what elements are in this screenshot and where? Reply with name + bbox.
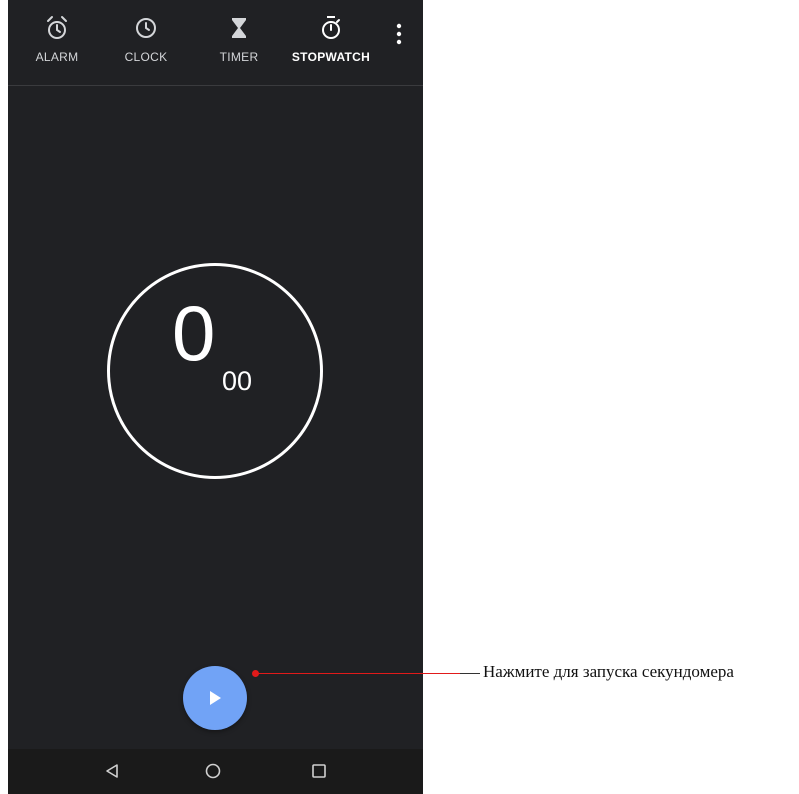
callout-line-end — [460, 673, 480, 674]
tab-stopwatch[interactable]: STOPWATCH — [276, 14, 386, 64]
elapsed-seconds: 0 — [172, 289, 216, 377]
tab-alarm-label: ALARM — [35, 50, 79, 64]
clock-icon — [136, 18, 156, 38]
home-circle-icon — [205, 763, 221, 779]
tab-timer-label: TIMER — [219, 50, 259, 64]
system-navigation-bar — [8, 749, 423, 794]
tab-stopwatch-label: STOPWATCH — [291, 50, 371, 64]
elapsed-centiseconds: 00 — [222, 366, 253, 396]
back-triangle-icon — [106, 764, 118, 778]
nav-back-button[interactable] — [104, 763, 120, 784]
callout-text: Нажмите для запуска секундомера — [483, 662, 734, 681]
nav-home-button[interactable] — [205, 763, 221, 784]
screenshot-canvas: ALARM CLOCK TIMER STOPWATCH 0 00 Нажмите… — [0, 0, 799, 794]
clock-app-screen: ALARM CLOCK TIMER STOPWATCH 0 00 — [8, 0, 423, 794]
start-stopwatch-button[interactable] — [183, 666, 247, 730]
stopwatch-icon — [322, 16, 340, 39]
callout-line — [258, 673, 478, 674]
tab-clock-label: CLOCK — [124, 50, 168, 64]
recents-square-icon — [312, 764, 326, 778]
hourglass-icon — [232, 18, 246, 38]
top-tab-bar: ALARM CLOCK TIMER STOPWATCH — [8, 0, 423, 86]
more-vert-icon — [396, 23, 402, 45]
alarm-icon — [47, 16, 67, 39]
overflow-menu-button[interactable] — [389, 20, 409, 48]
nav-recents-button[interactable] — [311, 763, 327, 784]
play-icon — [210, 691, 221, 705]
